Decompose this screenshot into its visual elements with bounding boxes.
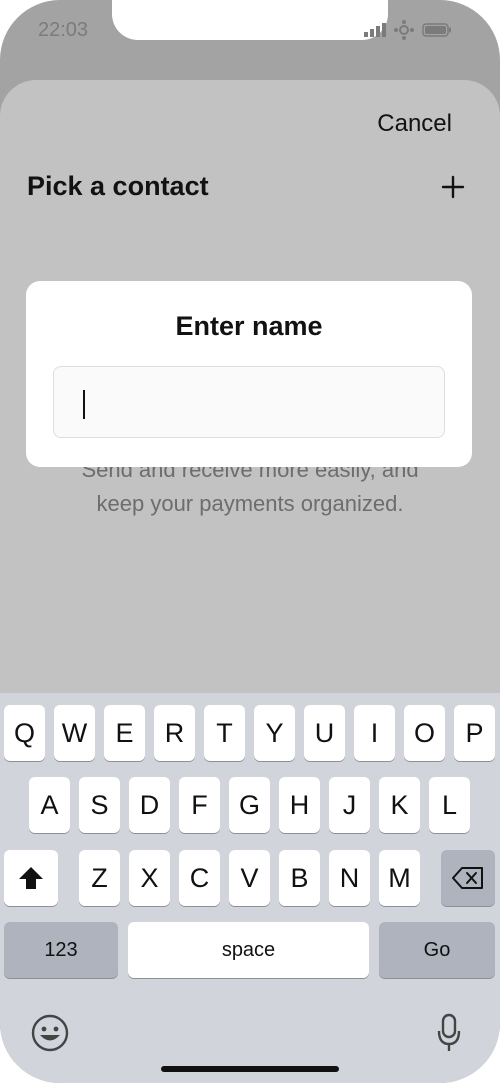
plus-icon[interactable]: [441, 175, 465, 199]
key-l[interactable]: L: [429, 777, 470, 833]
key-f[interactable]: F: [179, 777, 220, 833]
key-e[interactable]: E: [104, 705, 145, 761]
phone-screen: 22:03 Cancel Pick a contact Send and rec: [0, 0, 500, 1083]
enter-name-dialog: Enter name: [26, 281, 472, 467]
key-q[interactable]: Q: [4, 705, 45, 761]
signal-icon: [364, 23, 386, 37]
key-y[interactable]: Y: [254, 705, 295, 761]
network-icon: [394, 20, 414, 40]
key-h[interactable]: H: [279, 777, 320, 833]
key-c[interactable]: C: [179, 850, 220, 906]
go-key[interactable]: Go: [379, 922, 495, 978]
shift-key[interactable]: [4, 850, 58, 906]
shift-icon: [19, 867, 43, 889]
microphone-icon[interactable]: [437, 1013, 461, 1053]
key-p[interactable]: P: [454, 705, 495, 761]
key-j[interactable]: J: [329, 777, 370, 833]
empty-state-line-2: keep your payments organized.: [96, 491, 404, 516]
key-w[interactable]: W: [54, 705, 95, 761]
battery-icon: [422, 23, 451, 37]
key-v[interactable]: V: [229, 850, 270, 906]
key-o[interactable]: O: [404, 705, 445, 761]
home-indicator: [161, 1066, 339, 1072]
key-b[interactable]: B: [279, 850, 320, 906]
key-m[interactable]: M: [379, 850, 420, 906]
key-a[interactable]: A: [29, 777, 70, 833]
key-g[interactable]: G: [229, 777, 270, 833]
key-t[interactable]: T: [204, 705, 245, 761]
numbers-key[interactable]: 123: [4, 922, 118, 978]
key-r[interactable]: R: [154, 705, 195, 761]
cancel-button[interactable]: Cancel: [377, 110, 452, 138]
status-time: 22:03: [38, 19, 89, 41]
status-icons: [364, 20, 452, 40]
page-title: Pick a contact: [27, 171, 209, 201]
key-s[interactable]: S: [79, 777, 120, 833]
key-i[interactable]: I: [354, 705, 395, 761]
key-u[interactable]: U: [304, 705, 345, 761]
emoji-icon[interactable]: [31, 1014, 69, 1052]
name-input[interactable]: [53, 366, 445, 438]
keyboard: Q W E R T Y U I O P A S D F G H J K L Z …: [0, 693, 500, 1083]
device-notch: [112, 0, 388, 40]
backspace-icon: [452, 867, 483, 889]
key-k[interactable]: K: [379, 777, 420, 833]
key-n[interactable]: N: [329, 850, 370, 906]
key-z[interactable]: Z: [79, 850, 120, 906]
backspace-key[interactable]: [441, 850, 495, 906]
space-key[interactable]: space: [128, 922, 369, 978]
key-d[interactable]: D: [129, 777, 170, 833]
dialog-title: Enter name: [175, 311, 323, 341]
text-caret: [83, 390, 85, 419]
key-x[interactable]: X: [129, 850, 170, 906]
